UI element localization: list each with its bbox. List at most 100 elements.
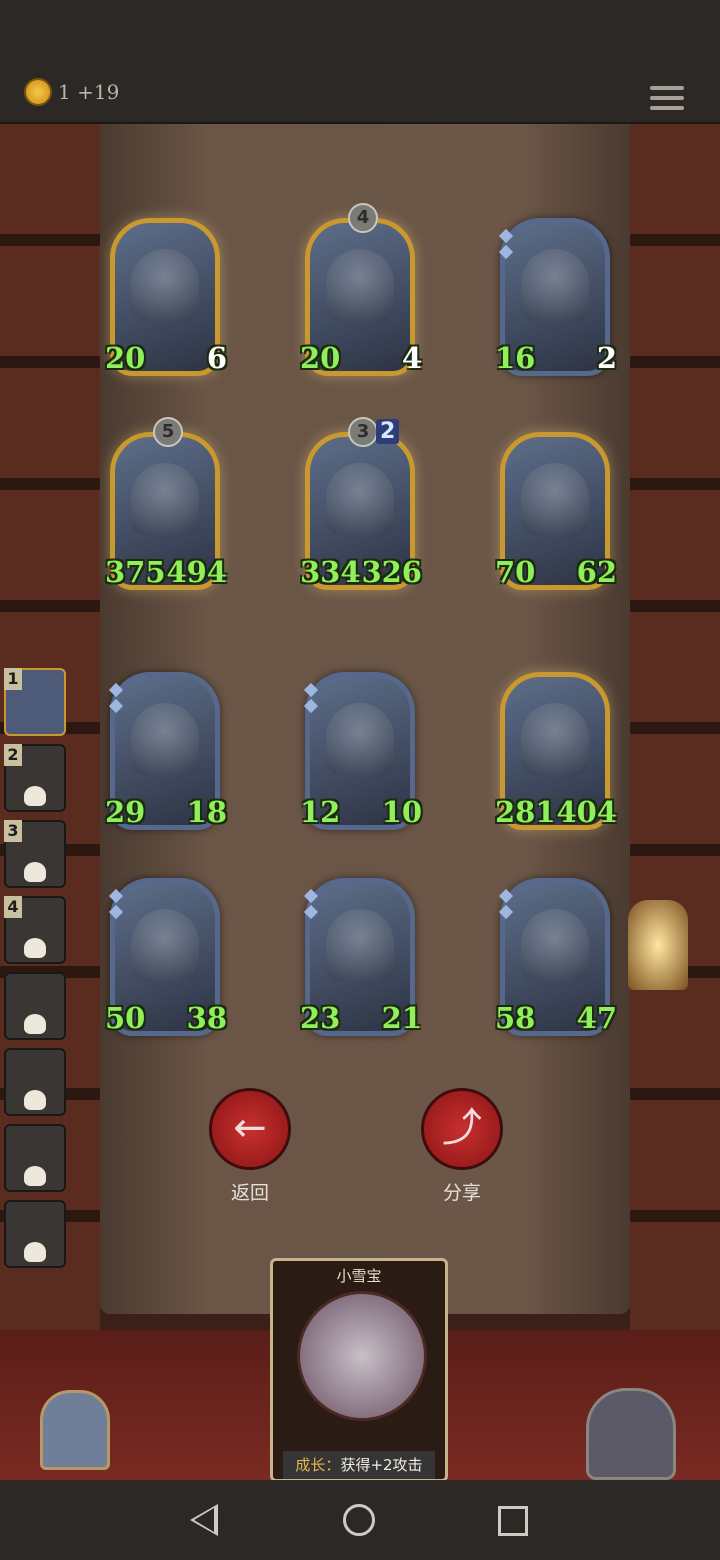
player-hero-portrait[interactable]	[586, 1388, 676, 1480]
sidebar-opponent-slot[interactable]: 3	[4, 820, 66, 888]
minion-card[interactable]: 58 47	[495, 878, 617, 1036]
opponent-hero-portrait[interactable]	[40, 1390, 110, 1470]
menu-icon-bar	[650, 96, 684, 100]
minion-portrait	[326, 909, 394, 981]
card-health: 334	[300, 555, 361, 589]
minion-card[interactable]: 5 375 494	[105, 417, 227, 590]
right-bookshelf	[630, 124, 720, 1374]
card-health: 16	[495, 341, 536, 375]
minion-card[interactable]: 4 20 4	[300, 203, 422, 376]
card-attack: 38	[186, 1001, 227, 1035]
skull-icon	[24, 1014, 46, 1034]
card-health: 281	[495, 795, 556, 829]
card-attack: 4	[401, 341, 422, 375]
share-button[interactable]: ⤴	[421, 1088, 503, 1170]
minion-card[interactable]: 23 21	[300, 878, 422, 1036]
tooltip-name: 小雪宝	[336, 1267, 382, 1285]
lantern-icon	[628, 900, 688, 990]
back-button[interactable]: ←	[209, 1088, 291, 1170]
minion-card[interactable]: 29 18	[105, 672, 227, 830]
tooltip-desc-value: 获得+2攻击	[340, 1456, 423, 1474]
minion-card[interactable]: 16 2	[495, 218, 617, 376]
minion-portrait	[326, 249, 394, 321]
card-health: 23	[300, 1001, 341, 1035]
diamond-icon	[498, 244, 514, 260]
minion-card[interactable]: 70 62	[495, 432, 617, 590]
crown-coin-icon	[24, 78, 52, 106]
share-label: 分享	[442, 1182, 481, 1204]
skull-icon	[24, 938, 46, 958]
skull-icon	[24, 1166, 46, 1186]
sidebar-opponent-slot[interactable]	[4, 1200, 66, 1268]
skull-icon	[24, 1090, 46, 1110]
menu-button[interactable]	[650, 86, 684, 116]
card-attack: 21	[381, 1001, 422, 1035]
nav-recent-icon[interactable]	[498, 1506, 528, 1536]
minion-card[interactable]: 281 404	[495, 672, 617, 830]
slot-rank-badge: 3	[4, 820, 22, 842]
top-bar	[0, 0, 720, 124]
card-attack: 326	[361, 555, 422, 589]
sidebar-opponent-slot[interactable]: 1	[4, 668, 66, 736]
card-attack: 47	[576, 1001, 617, 1035]
card-health: 29	[105, 795, 146, 829]
minion-portrait	[521, 249, 589, 321]
minion-portrait	[131, 463, 199, 535]
minion-tooltip-card: 小雪宝 成长：获得+2攻击	[270, 1258, 448, 1482]
minion-portrait	[326, 463, 394, 535]
card-attack: 404	[556, 795, 617, 829]
skull-icon	[24, 1242, 46, 1262]
minion-portrait	[326, 703, 394, 775]
minion-portrait	[521, 703, 589, 775]
card-health: 12	[300, 795, 341, 829]
share-icon: ⤴	[442, 1105, 482, 1151]
card-attack: 6	[206, 341, 227, 375]
minion-portrait	[131, 249, 199, 321]
sidebar-opponent-slot[interactable]: 4	[4, 896, 66, 964]
card-attack: 2	[596, 341, 617, 375]
diamond-icon	[498, 904, 514, 920]
slot-rank-badge: 4	[4, 896, 22, 918]
tier-badge: 3	[348, 417, 378, 447]
tooltip-description: 成长：获得+2攻击	[283, 1451, 435, 1479]
card-health: 375	[105, 555, 166, 589]
minion-card[interactable]: 50 38	[105, 878, 227, 1036]
card-health: 58	[495, 1001, 536, 1035]
minion-card[interactable]: 12 10	[300, 672, 422, 830]
slot-rank-badge: 1	[4, 668, 22, 690]
sidebar-opponent-slot[interactable]	[4, 972, 66, 1040]
card-attack: 494	[166, 555, 227, 589]
sidebar-opponent-slot[interactable]: 2	[4, 744, 66, 812]
card-attack: 18	[186, 795, 227, 829]
slot-rank-badge: 2	[4, 744, 22, 766]
minion-portrait	[131, 703, 199, 775]
card-attack: 10	[381, 795, 422, 829]
back-label: 返回	[230, 1182, 269, 1204]
nav-home-icon[interactable]	[343, 1504, 375, 1536]
minion-portrait	[131, 909, 199, 981]
card-health: 20	[300, 341, 341, 375]
sidebar-opponent-slot[interactable]	[4, 1124, 66, 1192]
arrow-left-icon: ←	[233, 1105, 267, 1151]
diamond-icon	[303, 904, 319, 920]
skull-icon	[24, 786, 46, 806]
tooltip-desc-key: 成长：	[295, 1456, 341, 1474]
tier-badge: 5	[153, 417, 183, 447]
menu-icon-bar	[650, 106, 684, 110]
nav-back-icon[interactable]	[190, 1504, 218, 1536]
card-health: 70	[495, 555, 536, 589]
lion-dance-portrait	[297, 1291, 427, 1421]
skull-icon	[24, 862, 46, 882]
menu-icon-bar	[650, 86, 684, 90]
diamond-icon	[303, 698, 319, 714]
minion-card[interactable]: 20 6	[105, 218, 227, 376]
minion-portrait	[521, 463, 589, 535]
card-health: 20	[105, 341, 146, 375]
hourglass-timer: 2	[376, 419, 400, 444]
sidebar-opponent-slot[interactable]	[4, 1048, 66, 1116]
minion-card[interactable]: 3 2 334 326	[300, 417, 422, 590]
card-health: 50	[105, 1001, 146, 1035]
tier-badge: 4	[348, 203, 378, 233]
card-attack: 62	[576, 555, 617, 589]
diamond-icon	[108, 698, 124, 714]
